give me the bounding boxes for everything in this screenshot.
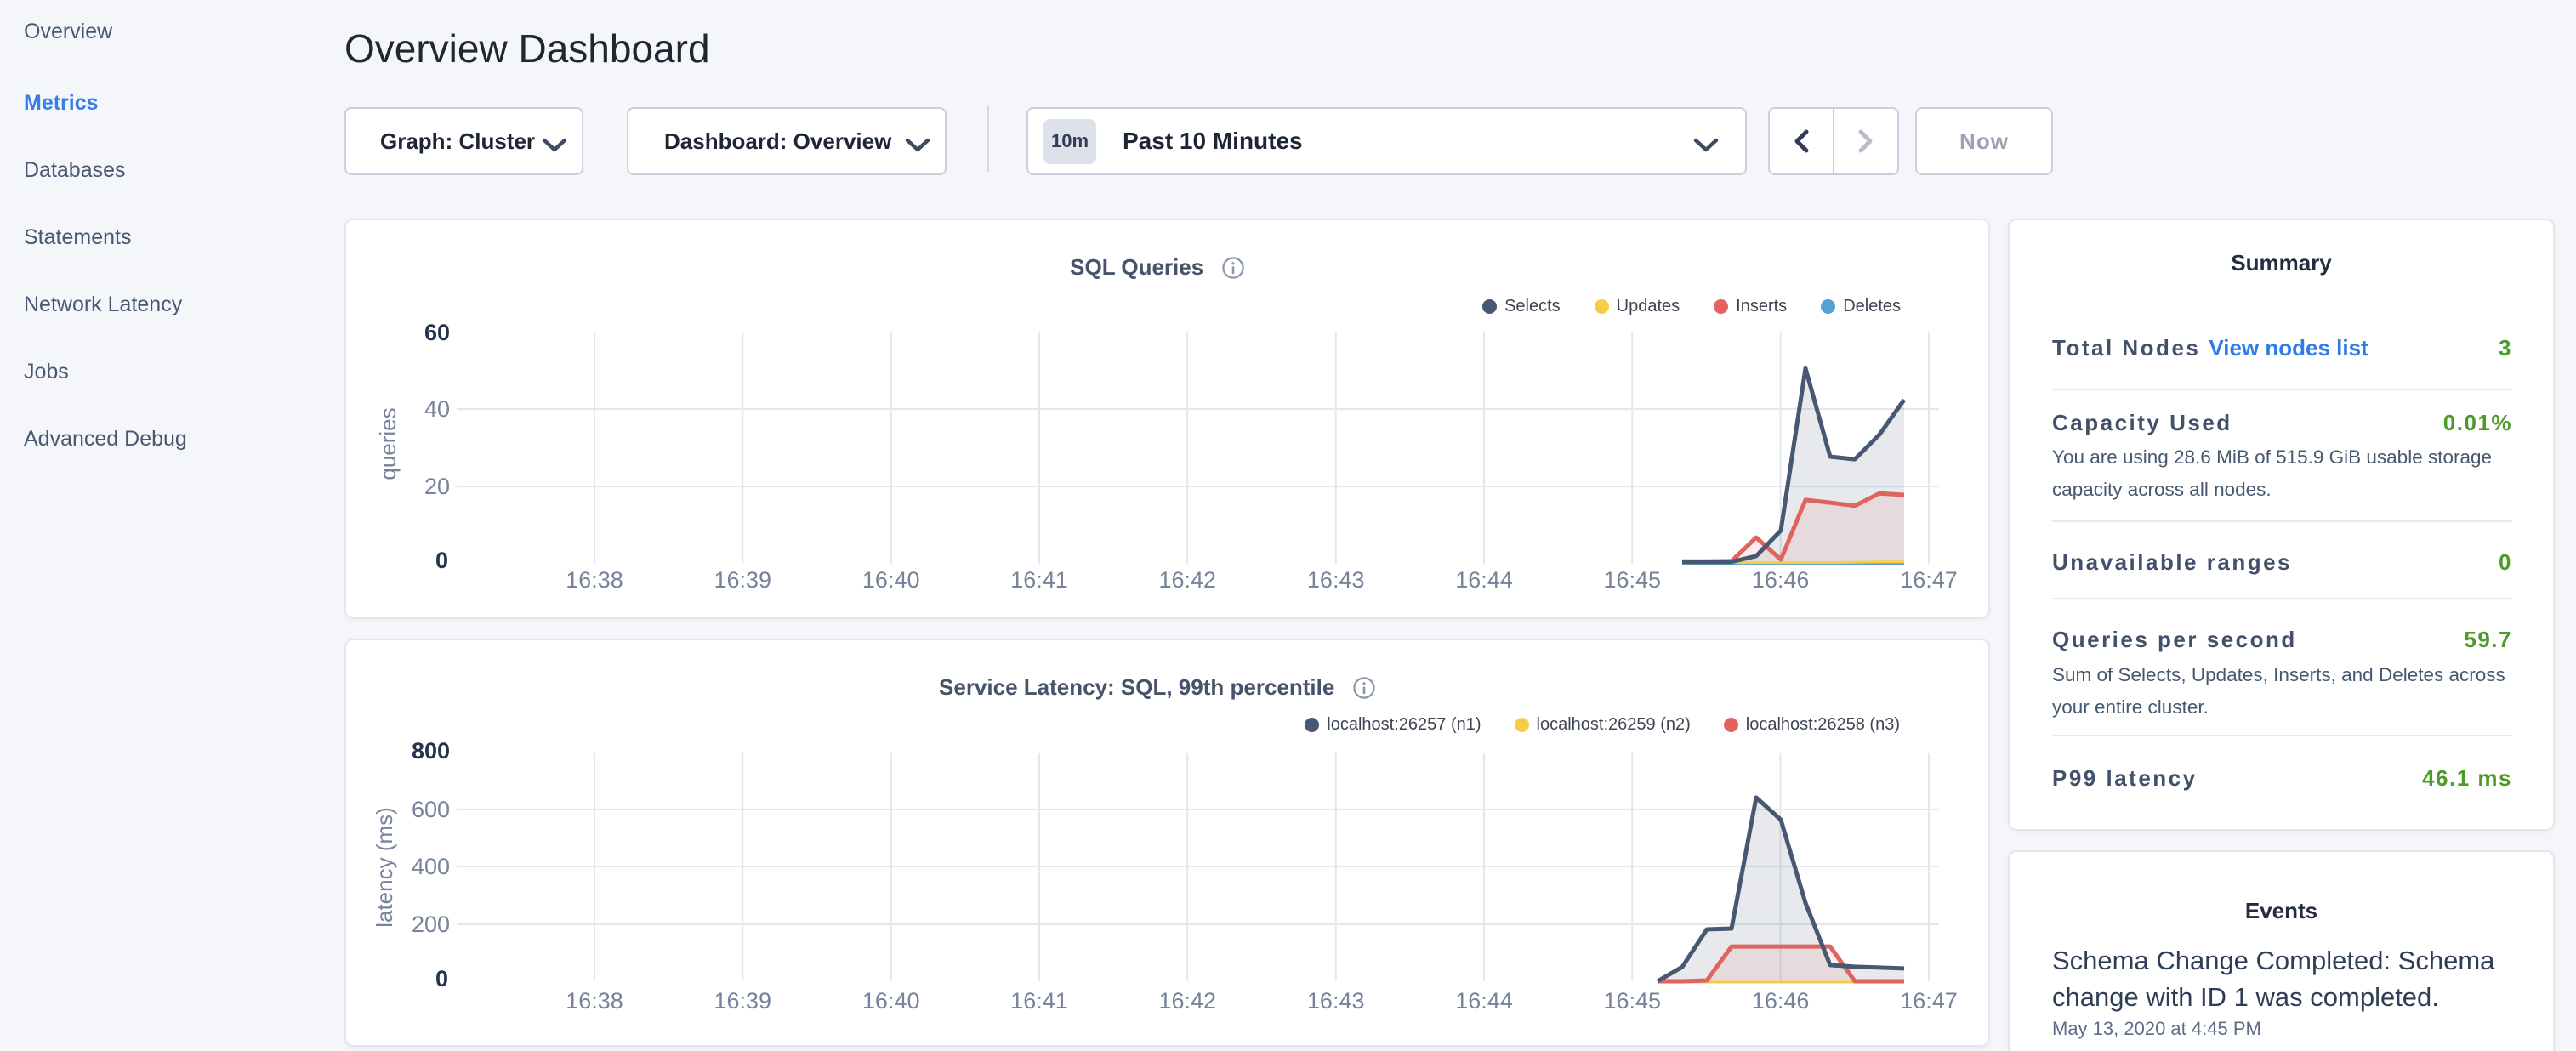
svg-text:16:43: 16:43	[1307, 567, 1365, 593]
svg-text:16:38: 16:38	[566, 567, 623, 593]
svg-text:16:39: 16:39	[714, 988, 772, 1014]
svg-text:16:39: 16:39	[714, 567, 772, 593]
svg-text:20: 20	[424, 474, 450, 499]
svg-text:16:41: 16:41	[1010, 988, 1068, 1014]
svg-text:200: 200	[412, 912, 450, 937]
svg-text:16:42: 16:42	[1159, 567, 1217, 593]
svg-text:800: 800	[412, 738, 450, 764]
svg-text:40: 40	[424, 396, 450, 422]
svg-text:16:45: 16:45	[1604, 988, 1662, 1014]
svg-text:16:41: 16:41	[1010, 567, 1068, 593]
svg-text:16:42: 16:42	[1159, 988, 1217, 1014]
svg-text:60: 60	[424, 320, 450, 345]
svg-text:16:38: 16:38	[566, 988, 623, 1014]
svg-text:latency (ms): latency (ms)	[372, 807, 397, 928]
svg-text:queries: queries	[375, 407, 401, 480]
svg-text:16:43: 16:43	[1307, 988, 1365, 1014]
svg-text:16:44: 16:44	[1455, 567, 1513, 593]
svg-text:16:45: 16:45	[1604, 567, 1662, 593]
svg-text:0: 0	[435, 548, 448, 573]
svg-text:16:44: 16:44	[1455, 988, 1513, 1014]
svg-text:16:46: 16:46	[1752, 567, 1810, 593]
svg-text:16:40: 16:40	[862, 988, 920, 1014]
svg-text:400: 400	[412, 854, 450, 879]
svg-text:16:46: 16:46	[1752, 988, 1810, 1014]
svg-text:16:47: 16:47	[1900, 988, 1958, 1014]
svg-text:16:40: 16:40	[862, 567, 920, 593]
svg-text:0: 0	[435, 966, 448, 991]
svg-text:16:47: 16:47	[1900, 567, 1958, 593]
svg-text:600: 600	[412, 797, 450, 822]
